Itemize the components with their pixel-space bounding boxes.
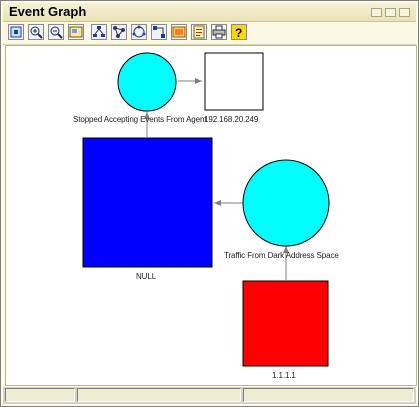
node-label-traffic: Traffic From Dark Address Space xyxy=(224,251,339,260)
zoom-in-icon[interactable] xyxy=(28,24,44,40)
node-label-1-1-1-1: 1.1.1.1 xyxy=(272,371,296,380)
node-traffic-dark-address-space[interactable] xyxy=(242,159,330,247)
circular-layout-icon[interactable] xyxy=(131,24,147,40)
status-cell-2 xyxy=(77,388,241,402)
organic-layout-icon[interactable] xyxy=(111,24,127,40)
svg-text:?: ? xyxy=(235,26,242,39)
graph-drawing xyxy=(82,52,330,367)
node-ip-address[interactable] xyxy=(204,52,264,111)
node-1-1-1-1[interactable] xyxy=(242,280,329,367)
node-stopped-accepting-events[interactable] xyxy=(117,52,177,112)
node-label-stopped: Stopped Accepting Events From Agent xyxy=(73,115,207,124)
orthogonal-layout-icon[interactable] xyxy=(151,24,167,40)
zoom-out-icon[interactable] xyxy=(48,24,64,40)
event-graph-window: Event Graph ? Stopped Accepting Events F… xyxy=(0,0,419,407)
node-label-null: NULL xyxy=(136,272,157,281)
status-bar xyxy=(3,387,416,404)
title-bar-controls xyxy=(371,8,410,17)
fit-to-window-icon[interactable] xyxy=(8,24,24,40)
title-bar[interactable]: Event Graph xyxy=(3,3,416,22)
graph-canvas[interactable]: Stopped Accepting Events From Agent 192.… xyxy=(5,45,417,386)
node-null[interactable] xyxy=(82,137,213,268)
export-image-icon[interactable] xyxy=(171,24,187,40)
status-cell-1 xyxy=(5,388,75,402)
close-button[interactable] xyxy=(399,8,410,17)
overview-icon[interactable] xyxy=(68,24,84,40)
print-icon[interactable] xyxy=(211,24,227,40)
graph-toolbar: ? xyxy=(3,22,416,45)
maximize-button[interactable] xyxy=(385,8,396,17)
minimize-button[interactable] xyxy=(371,8,382,17)
properties-icon[interactable] xyxy=(191,24,207,40)
hierarchic-layout-icon[interactable] xyxy=(91,24,107,40)
window-title: Event Graph xyxy=(9,4,87,19)
node-label-ip: 192.168.20.249 xyxy=(204,115,259,124)
help-icon[interactable]: ? xyxy=(231,24,247,40)
status-cell-3 xyxy=(243,388,414,402)
